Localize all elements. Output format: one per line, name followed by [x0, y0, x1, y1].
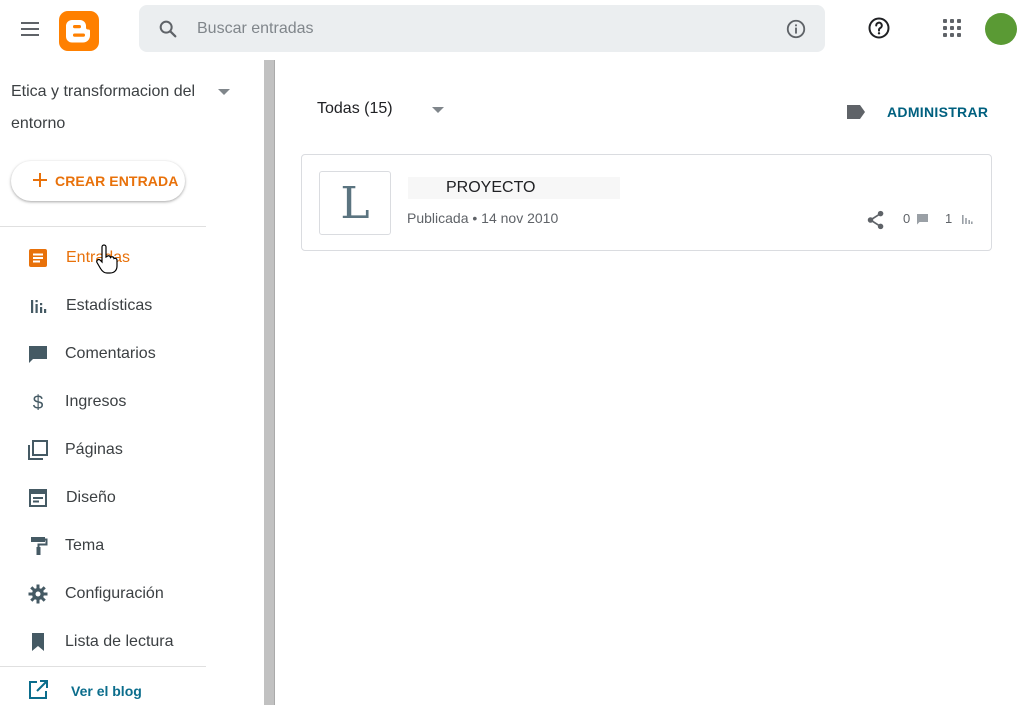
sidebar-item-lista-de-lectura[interactable]: Lista de lectura	[0, 620, 240, 664]
create-post-button[interactable]: CREAR ENTRADA	[11, 161, 185, 201]
sidebar-item-estadisticas[interactable]: Estadísticas	[0, 284, 240, 328]
stats-icon	[31, 300, 47, 313]
sidebar-item-label: Comentarios	[65, 345, 156, 362]
comment-icon	[917, 214, 928, 225]
sidebar-item-label: Ingresos	[65, 393, 127, 410]
top-app-bar	[0, 0, 1021, 60]
avatar[interactable]	[985, 13, 1017, 45]
hamburger-icon[interactable]	[18, 18, 44, 42]
sidebar-item-paginas[interactable]: Páginas	[0, 428, 240, 472]
sidebar: Etica y transformacion del entorno CREAR…	[0, 60, 264, 724]
layout-icon	[29, 489, 47, 507]
gear-icon	[28, 584, 48, 604]
sidebar-item-configuracion[interactable]: Configuración	[0, 572, 240, 616]
post-thumbnail: L	[319, 171, 391, 235]
blogger-logo[interactable]	[59, 11, 99, 51]
posts-panel: Todas (15) ADMINISTRAR L PROYECTO Public…	[275, 60, 1021, 724]
sidebar-item-comentarios[interactable]: Comentarios	[0, 332, 240, 376]
chevron-down-icon[interactable]	[218, 89, 230, 95]
bookmark-icon	[32, 633, 44, 651]
sidebar-item-label: Estadísticas	[66, 297, 153, 314]
chevron-down-icon[interactable]	[432, 107, 444, 113]
help-icon[interactable]	[867, 16, 891, 40]
sidebar-scrollbar[interactable]	[264, 60, 275, 705]
label-tag-icon[interactable]	[845, 103, 867, 121]
post-filter-dropdown[interactable]: Todas (15)	[317, 100, 393, 118]
plus-icon	[33, 173, 47, 187]
comment-count: 0	[903, 211, 911, 226]
sidebar-item-tema[interactable]: Tema	[0, 524, 240, 568]
external-link-icon	[29, 680, 48, 699]
view-count: 1	[945, 211, 953, 226]
paint-roller-icon	[31, 537, 48, 555]
blog-title-selector[interactable]: Etica y transformacion del entorno	[11, 76, 201, 140]
post-title[interactable]: PROYECTO	[408, 177, 620, 199]
sidebar-item-label: Páginas	[65, 441, 123, 458]
sidebar-item-label: Entradas	[66, 249, 131, 266]
divider	[0, 226, 206, 227]
svg-text:$: $	[33, 393, 44, 414]
create-post-label: CREAR ENTRADA	[55, 173, 179, 189]
sidebar-item-label: Lista de lectura	[65, 633, 174, 650]
view-blog-link[interactable]: Ver el blog	[0, 668, 240, 712]
search-bar	[139, 5, 825, 52]
view-blog-label: Ver el blog	[71, 683, 142, 699]
dollar-icon: $	[33, 393, 44, 414]
share-icon[interactable]	[865, 209, 887, 231]
sidebar-item-ingresos[interactable]: $ Ingresos	[0, 380, 240, 424]
post-card[interactable]: L PROYECTO Publicada • 14 nov 2010 0 1	[301, 154, 992, 251]
stats-icon	[962, 215, 973, 224]
divider	[0, 666, 206, 667]
post-status: Publicada • 14 nov 2010	[407, 210, 559, 226]
sidebar-item-diseno[interactable]: Diseño	[0, 476, 240, 520]
comment-icon	[29, 346, 47, 363]
pages-icon	[28, 440, 48, 460]
sidebar-item-label: Configuración	[65, 585, 164, 602]
manage-labels-button[interactable]: ADMINISTRAR	[887, 104, 988, 120]
sidebar-item-entradas[interactable]: Entradas	[0, 236, 240, 280]
search-input[interactable]	[197, 15, 757, 43]
apps-grid-icon[interactable]	[942, 18, 964, 40]
sidebar-item-label: Diseño	[66, 489, 116, 506]
search-icon[interactable]	[157, 18, 179, 40]
posts-icon	[29, 249, 47, 267]
thumbnail-letter: L	[340, 178, 370, 229]
sidebar-item-label: Tema	[65, 537, 105, 554]
info-icon[interactable]	[785, 18, 807, 40]
